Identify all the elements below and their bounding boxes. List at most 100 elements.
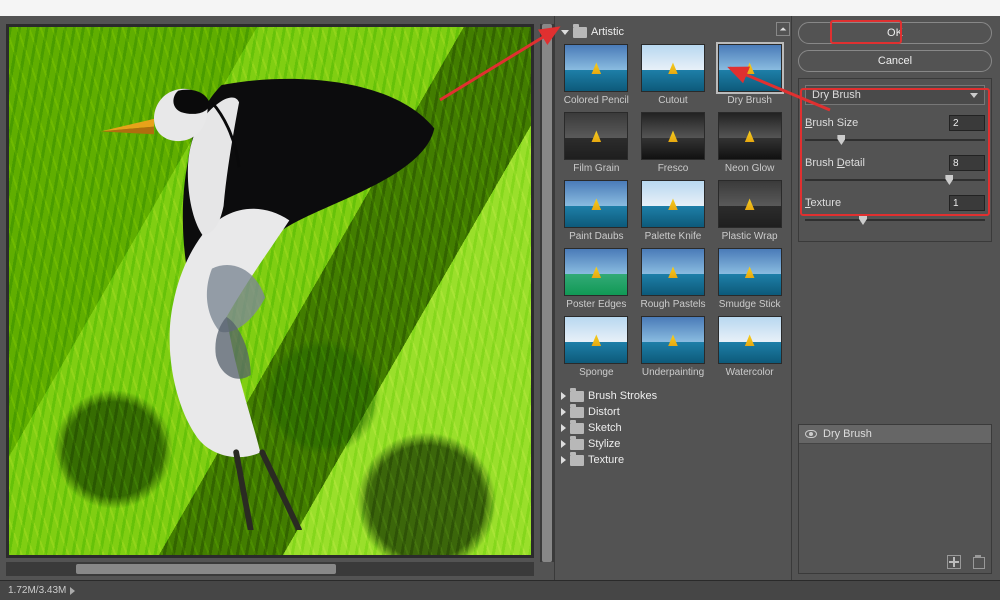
filter-thumb-colored-pencil[interactable]: Colored Pencil (561, 44, 632, 106)
filter-thumb-image (641, 180, 705, 228)
filter-thumb-plastic-wrap[interactable]: Plastic Wrap (714, 180, 785, 242)
param-slider[interactable] (805, 133, 985, 147)
filter-thumb-image (641, 44, 705, 92)
filter-category-panel: Artistic Colored Pencil Cutout Dry Brush Fi… (554, 16, 792, 580)
filter-thumb-dry-brush[interactable]: Dry Brush (714, 44, 785, 106)
scroll-thumb[interactable] (76, 564, 336, 574)
filter-thumb-neon-glow[interactable]: Neon Glow (714, 112, 785, 174)
visibility-icon[interactable] (805, 430, 817, 438)
param-b-group: Brush Size (805, 115, 985, 147)
ok-button[interactable]: OK (798, 22, 992, 44)
cancel-button[interactable]: Cancel (798, 50, 992, 72)
chevron-down-icon (970, 93, 978, 98)
category-label: Brush Strokes (588, 390, 657, 402)
filter-thumb-label: Rough Pastels (638, 299, 709, 310)
param-d-group: Brush Detail (805, 155, 985, 187)
preview-image (9, 27, 531, 555)
filter-thumb-image (718, 112, 782, 160)
filter-thumb-cutout[interactable]: Cutout (638, 44, 709, 106)
param-slider[interactable] (805, 213, 985, 227)
param-t-group: Texture (805, 195, 985, 227)
preview-scroll-horizontal[interactable] (6, 562, 534, 576)
filter-thumb-label: Film Grain (561, 163, 632, 174)
filter-thumb-poster-edges[interactable]: Poster Edges (561, 248, 632, 310)
filter-thumb-label: Sponge (561, 367, 632, 378)
filter-dropdown-value: Dry Brush (812, 89, 861, 101)
category-label: Texture (588, 454, 624, 466)
filter-thumb-image (718, 316, 782, 364)
filter-thumb-label: Fresco (638, 163, 709, 174)
param-label: Texture (805, 197, 841, 209)
filter-thumb-underpainting[interactable]: Underpainting (638, 316, 709, 378)
param-label: Brush Size (805, 117, 858, 129)
collapsed-category-list: Brush Strokes Distort Sketch Stylize Texture (559, 388, 787, 468)
filter-thumb-palette-knife[interactable]: Palette Knife (638, 180, 709, 242)
effect-layer-row[interactable]: Dry Brush (799, 425, 991, 444)
folder-icon (570, 391, 584, 402)
category-label: Artistic (591, 26, 624, 38)
category-sketch[interactable]: Sketch (559, 420, 787, 436)
filter-thumb-watercolor[interactable]: Watercolor (714, 316, 785, 378)
category-texture[interactable]: Texture (559, 452, 787, 468)
filter-thumb-label: Colored Pencil (561, 95, 632, 106)
filter-thumb-film-grain[interactable]: Film Grain (561, 112, 632, 174)
folder-icon (573, 27, 587, 38)
filter-thumbnail-grid: Colored Pencil Cutout Dry Brush Film Grain F… (559, 40, 787, 386)
filter-thumb-label: Dry Brush (714, 95, 785, 106)
filter-thumb-label: Paint Daubs (561, 231, 632, 242)
new-effect-layer-button[interactable] (947, 555, 961, 569)
category-distort[interactable]: Distort (559, 404, 787, 420)
category-label: Distort (588, 406, 620, 418)
disclosure-triangle-icon (561, 30, 569, 35)
filter-thumb-fresco[interactable]: Fresco (638, 112, 709, 174)
folder-icon (570, 407, 584, 418)
filter-thumb-image (564, 180, 628, 228)
preview-column (0, 16, 540, 580)
category-label: Stylize (588, 438, 620, 450)
filter-settings: Dry Brush Brush Size Brush Detail Texture (798, 78, 992, 242)
filter-thumb-image (641, 112, 705, 160)
filter-gallery-dialog: Artistic Colored Pencil Cutout Dry Brush Fi… (0, 16, 1000, 580)
param-value-input[interactable] (949, 195, 985, 211)
delete-effect-layer-button[interactable] (971, 555, 985, 569)
folder-icon (570, 423, 584, 434)
filter-thumb-label: Cutout (638, 95, 709, 106)
disclosure-triangle-icon (561, 440, 566, 448)
filter-thumb-image (641, 248, 705, 296)
disclosure-triangle-icon (561, 456, 566, 464)
param-value-input[interactable] (949, 115, 985, 131)
category-artistic[interactable]: Artistic (559, 24, 787, 40)
param-label: Brush Detail (805, 157, 865, 169)
filter-thumb-label: Watercolor (714, 367, 785, 378)
filter-thumb-image (564, 112, 628, 160)
filter-thumb-label: Poster Edges (561, 299, 632, 310)
filter-thumb-image (564, 316, 628, 364)
filter-thumb-image (564, 44, 628, 92)
preview-scroll-vertical[interactable] (540, 24, 554, 562)
filter-thumb-image (641, 316, 705, 364)
filter-thumb-sponge[interactable]: Sponge (561, 316, 632, 378)
filter-thumb-image (718, 44, 782, 92)
document-size: 1.72M/3.43M (8, 585, 66, 596)
effect-layer-label: Dry Brush (823, 428, 872, 440)
param-slider[interactable] (805, 173, 985, 187)
category-stylize[interactable]: Stylize (559, 436, 787, 452)
filter-thumb-paint-daubs[interactable]: Paint Daubs (561, 180, 632, 242)
preview-canvas[interactable] (6, 24, 534, 558)
param-value-input[interactable] (949, 155, 985, 171)
filter-thumb-label: Underpainting (638, 367, 709, 378)
filter-thumb-label: Neon Glow (714, 163, 785, 174)
status-bar: 1.72M/3.43M (0, 580, 1000, 600)
scroll-thumb[interactable] (542, 24, 552, 562)
filter-dropdown[interactable]: Dry Brush (805, 85, 985, 105)
chevron-right-icon[interactable] (70, 587, 75, 595)
effect-layers-panel: Dry Brush (798, 424, 992, 574)
category-brush-strokes[interactable]: Brush Strokes (559, 388, 787, 404)
filter-thumb-smudge-stick[interactable]: Smudge Stick (714, 248, 785, 310)
filter-thumb-image (564, 248, 628, 296)
disclosure-triangle-icon (561, 424, 566, 432)
filter-thumb-image (718, 248, 782, 296)
filter-thumb-label: Plastic Wrap (714, 231, 785, 242)
filter-thumb-label: Palette Knife (638, 231, 709, 242)
filter-thumb-rough-pastels[interactable]: Rough Pastels (638, 248, 709, 310)
